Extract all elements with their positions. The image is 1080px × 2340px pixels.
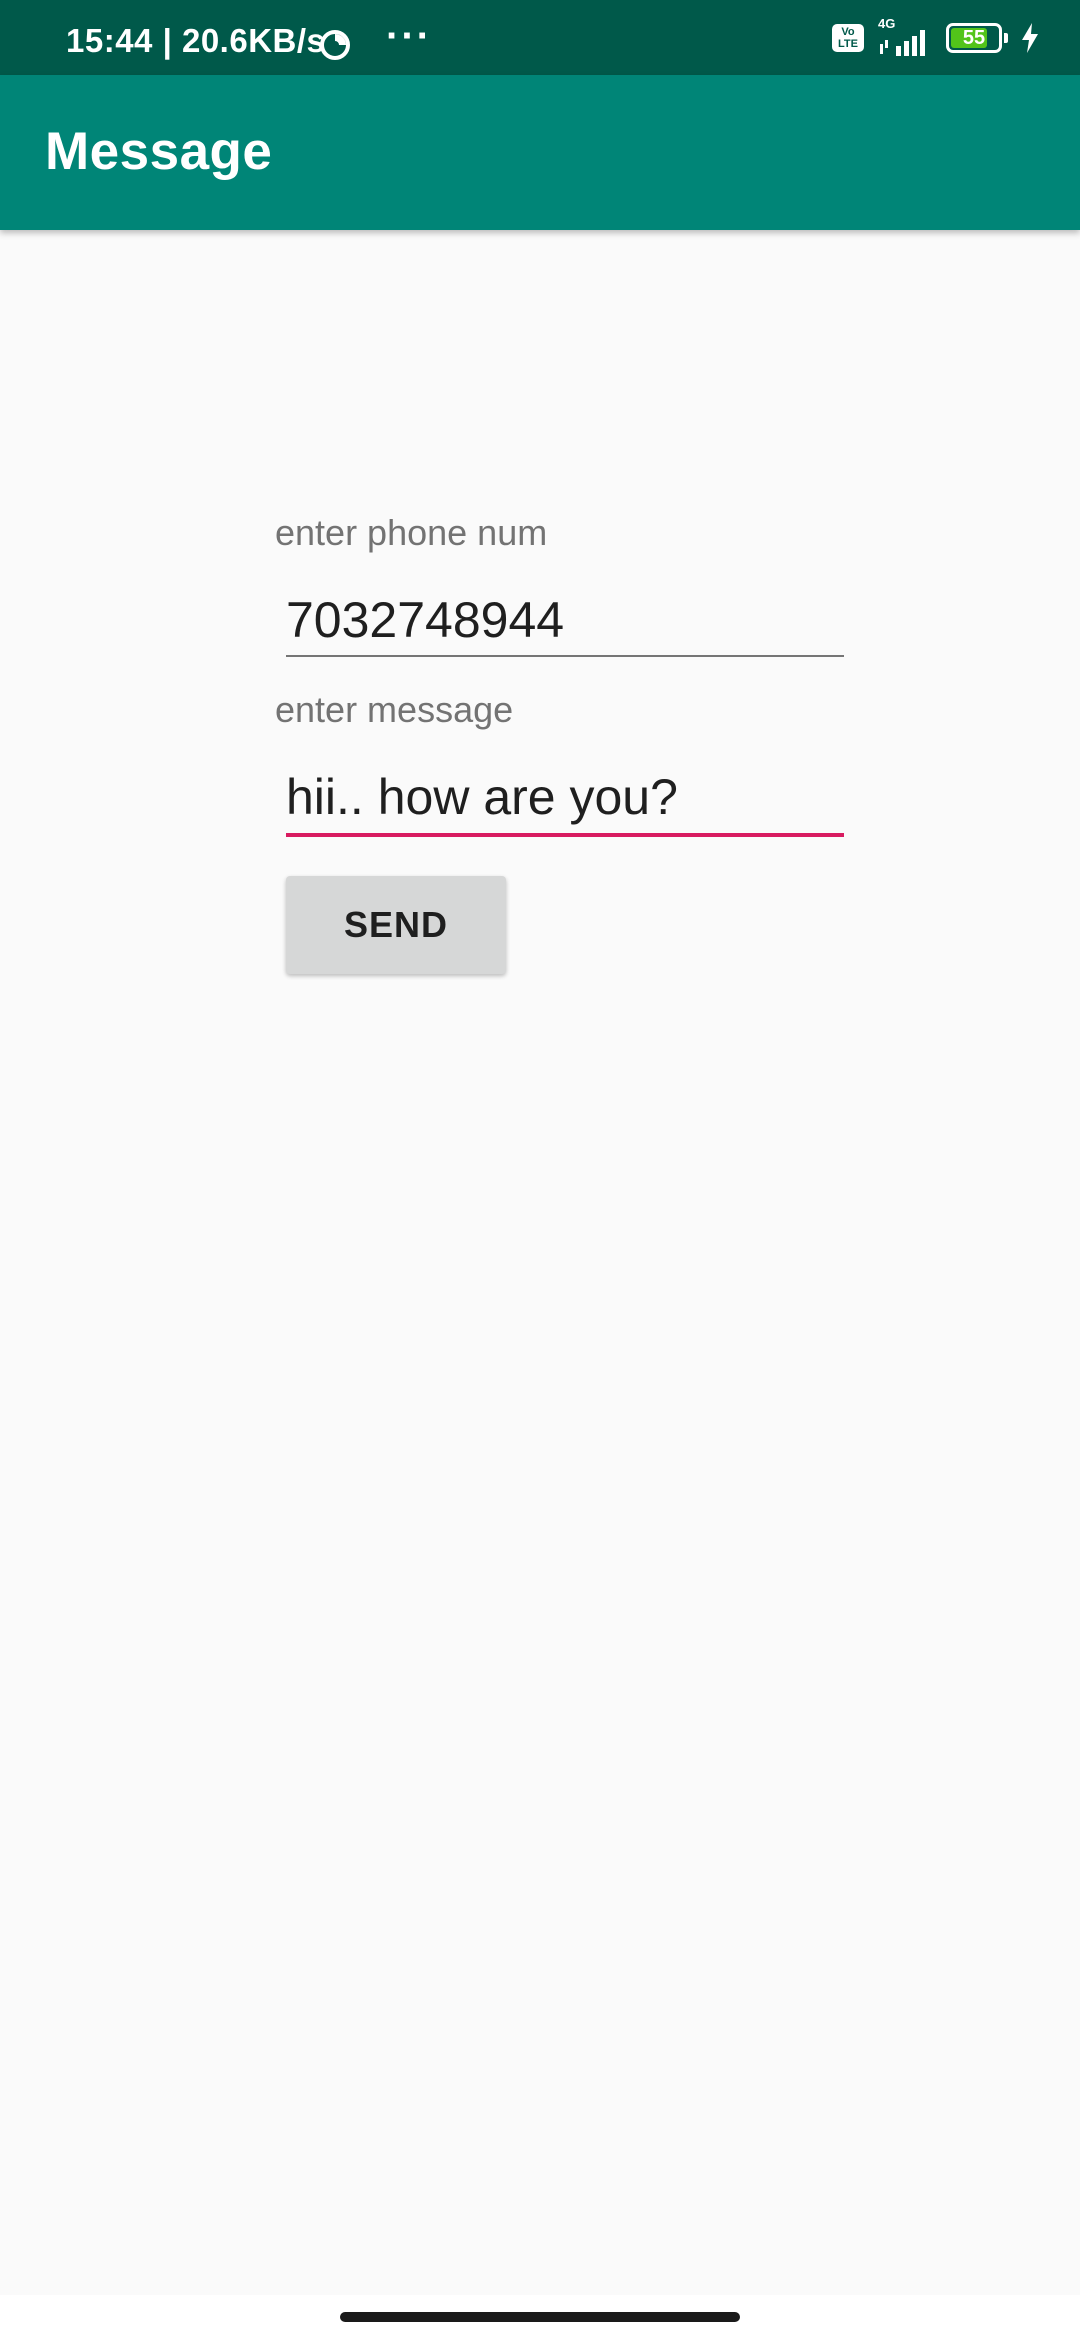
status-time-speed: 15:44 | 20.6KB/s xyxy=(66,22,326,59)
network-type-label: 4G xyxy=(878,16,896,31)
battery-percent: 55 xyxy=(962,27,986,49)
send-button[interactable]: SEND xyxy=(286,876,506,974)
signal-icon: 4G xyxy=(876,16,934,58)
sync-icon xyxy=(320,30,350,60)
screen: 15:44 | 20.6KB/s ··· Vo LTE 4G 55 Messag… xyxy=(0,0,1080,2340)
message-input[interactable]: hii.. how are you? xyxy=(286,767,844,837)
phone-number-value: 7032748944 xyxy=(286,592,565,648)
gesture-navigation-area xyxy=(0,2295,1080,2340)
phone-input-underline xyxy=(286,655,844,657)
app-title: Message xyxy=(45,122,273,181)
charging-icon xyxy=(1022,23,1038,53)
phone-number-input[interactable]: 7032748944 xyxy=(286,590,844,658)
home-indicator[interactable] xyxy=(340,2312,740,2322)
volte-icon: Vo LTE xyxy=(832,24,864,52)
message-input-underline xyxy=(286,833,844,837)
battery-cap xyxy=(1004,33,1008,43)
message-value: hii.. how are you? xyxy=(286,769,678,825)
more-notifications-icon: ··· xyxy=(386,14,432,58)
message-label: enter message xyxy=(275,689,514,730)
battery-icon: 55 xyxy=(946,23,1008,53)
app-bar: Message xyxy=(0,75,1080,230)
phone-label: enter phone num xyxy=(275,512,548,553)
status-icons: Vo LTE 4G 55 xyxy=(832,16,1040,58)
status-bar: 15:44 | 20.6KB/s ··· Vo LTE 4G 55 xyxy=(0,0,1080,75)
